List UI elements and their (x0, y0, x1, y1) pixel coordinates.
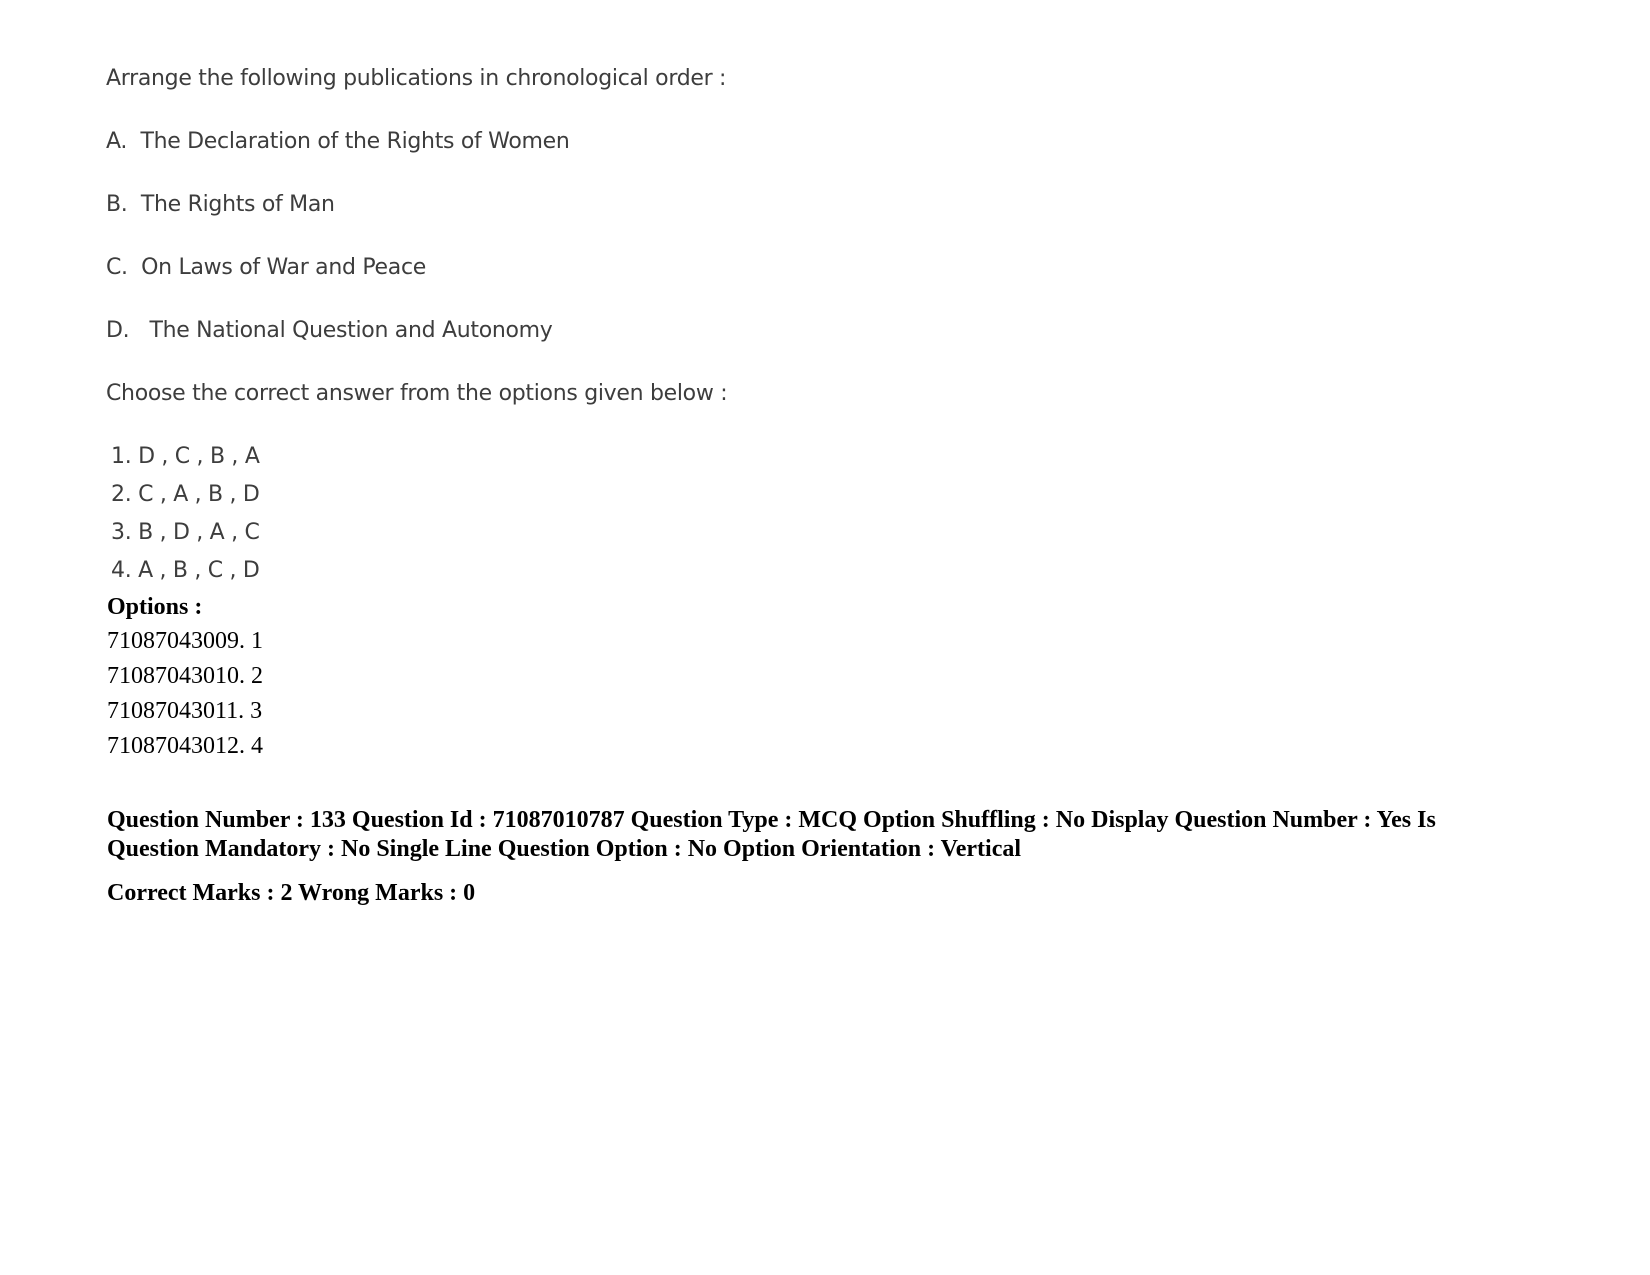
answer-choice-1: 1. D , C , B , A (111, 444, 260, 469)
item-text: The Declaration of the Rights of Women (140, 129, 570, 154)
answer-choice-3: 3. B , D , A , C (111, 520, 260, 545)
item-label: B. (106, 192, 128, 217)
item-text: On Laws of War and Peace (141, 255, 426, 280)
publication-item-c: C. On Laws of War and Peace (106, 255, 426, 280)
option-row: 71087043010. 2 (107, 663, 263, 689)
item-text: The National Question and Autonomy (149, 318, 553, 343)
question-marks: Correct Marks : 2 Wrong Marks : 0 (107, 880, 476, 906)
document-page: Arrange the following publications in ch… (0, 0, 1650, 1275)
publication-item-b: B. The Rights of Man (106, 192, 335, 217)
question-metadata: Question Number : 133 Question Id : 7108… (107, 807, 1436, 862)
question-prompt: Arrange the following publications in ch… (106, 66, 727, 91)
publication-item-a: A. The Declaration of the Rights of Wome… (106, 129, 570, 154)
options-heading: Options : (107, 594, 203, 620)
option-row: 71087043009. 1 (107, 628, 263, 654)
item-label: D. (106, 318, 130, 343)
publication-item-d: D. The National Question and Autonomy (106, 318, 553, 343)
item-label: C. (106, 255, 128, 280)
item-text: The Rights of Man (140, 192, 335, 217)
answer-choice-2: 2. C , A , B , D (111, 482, 260, 507)
answer-instruction: Choose the correct answer from the optio… (106, 381, 728, 406)
option-row: 71087043011. 3 (107, 698, 263, 724)
answer-choice-4: 4. A , B , C , D (111, 558, 260, 583)
item-label: A. (106, 129, 128, 154)
option-row: 71087043012. 4 (107, 733, 263, 759)
